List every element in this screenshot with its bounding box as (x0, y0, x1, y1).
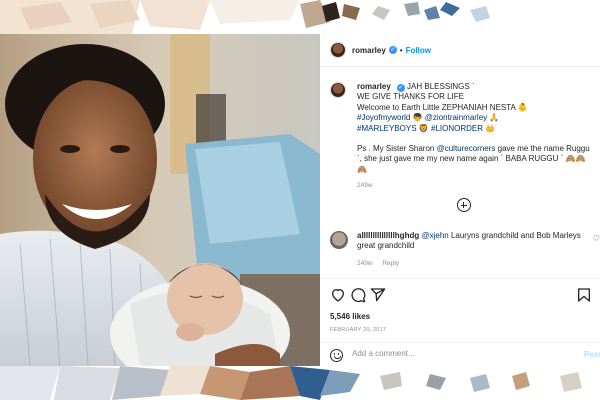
bookmark-icon[interactable] (577, 287, 591, 303)
post-photo[interactable] (0, 34, 320, 366)
comment-icon[interactable] (350, 287, 366, 303)
photo-illustration (0, 34, 320, 366)
post-actions: 5,546 likes FEBRUARY 20, 2017 Post (320, 278, 600, 366)
header-username[interactable]: romarley (352, 46, 386, 55)
follow-button[interactable]: Follow (406, 46, 431, 55)
verified-icon: ✓ (388, 46, 397, 54)
heart-icon[interactable] (330, 287, 346, 303)
comment-meta: 249w Reply (357, 259, 598, 269)
caption: romarley ✓ JAH BLESSINGS ` WE GIVE THANKS… (330, 82, 595, 192)
comment-mention[interactable]: @xjehn (421, 231, 448, 240)
emoji-icon[interactable] (330, 349, 343, 362)
comment-time[interactable]: 249w (357, 260, 373, 267)
caption-line3: Welcome to Earth Little ZEPHANIAH NESTA … (357, 102, 528, 112)
caption-line5: #MARLEYBOYS 🦁 #LIONORDER 👑 (357, 124, 595, 134)
caption-verified-icon: ✓ (396, 84, 405, 92)
caption-line4: #Joyofmyworld 👦 @ziontrainmarley 🙏 (357, 113, 595, 123)
post-button[interactable]: Post (584, 350, 600, 359)
action-icons (330, 287, 592, 307)
comment-item: alllllllllllllllhghdg @xjehn Lauryns gra… (330, 231, 600, 269)
avatar[interactable] (330, 42, 346, 58)
mosaic-top-art (0, 0, 600, 34)
hashtag-lionorder[interactable]: #LIONORDER (431, 124, 483, 133)
mention-ziontrainmarley[interactable]: @ziontrainmarley (425, 113, 487, 122)
mosaic-bottom-art (0, 366, 600, 400)
post-panel: romarley ✓ • Follow romarley ✓ JAH BLESSI… (320, 34, 600, 366)
caption-line1: JAH BLESSINGS ` (407, 82, 475, 91)
add-icon[interactable] (457, 198, 471, 212)
reply-button[interactable]: Reply (382, 260, 399, 267)
mosaic-top-border (0, 0, 600, 34)
likes-count[interactable]: 5,546 likes (330, 312, 370, 321)
caption-emoji1: 👦 (412, 113, 423, 123)
comment-input[interactable] (352, 349, 562, 358)
mention-culturecorners[interactable]: @culturecorners (437, 144, 496, 153)
separator-dot: • (399, 45, 403, 55)
caption-time[interactable]: 249w (357, 181, 595, 191)
comment-username[interactable]: alllllllllllllllhghdg (357, 231, 419, 240)
hashtag-marleyboys[interactable]: #MARLEYBOYS (357, 124, 417, 133)
post-date[interactable]: FEBRUARY 20, 2017 (330, 327, 386, 333)
caption-emoji3: 🦁 (418, 123, 429, 133)
caption-avatar[interactable] (330, 82, 346, 98)
comment-like-icon[interactable]: ♡ (593, 234, 600, 243)
caption-line2: WE GIVE THANKS FOR LIFE (357, 92, 464, 102)
caption-ps: Ps . My Sister Sharon @culturecorners ga… (357, 144, 595, 175)
caption-emoji4: 👑 (485, 123, 496, 133)
caption-body: romarley ✓ JAH BLESSINGS ` WE GIVE THANKS… (357, 82, 595, 192)
share-icon[interactable] (370, 287, 386, 303)
hashtag-joyofmyworld[interactable]: #Joyofmyworld (357, 113, 410, 122)
caption-ps-prefix: Ps . My Sister Sharon (357, 144, 437, 154)
caption-emoji2: 🙏 (489, 113, 500, 123)
comment-body: alllllllllllllllhghdg @xjehn Lauryns gra… (357, 231, 598, 269)
post-header: romarley ✓ • Follow (320, 34, 600, 67)
mosaic-bottom-border (0, 366, 600, 400)
comment-avatar[interactable] (330, 231, 348, 249)
add-comment-bar: Post (320, 342, 600, 367)
caption-username[interactable]: romarley (357, 82, 391, 91)
